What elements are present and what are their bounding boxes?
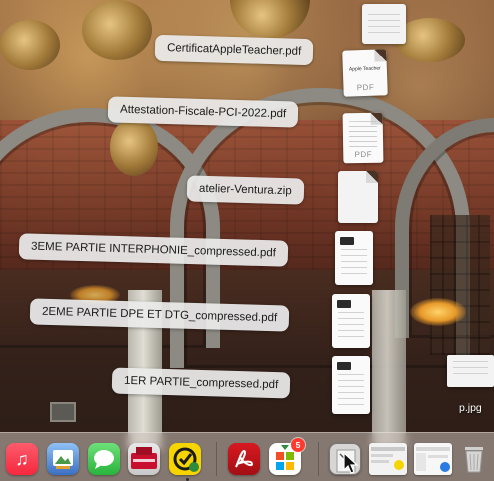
doc-preview-lines: [453, 361, 488, 379]
wallpaper-frame: [50, 402, 76, 422]
doc-logo-icon: [337, 300, 351, 308]
stack-label-attestation[interactable]: Attestation-Fiscale-PCI-2022.pdf: [107, 96, 299, 128]
wallpaper-ornament: [0, 20, 60, 70]
screenshot-icon: [371, 447, 405, 470]
wallpaper-ornament: [82, 0, 152, 60]
stack-thumb-top[interactable]: [362, 4, 406, 44]
music-app-icon[interactable]: ♫: [6, 443, 38, 475]
doc-preview-lines: [338, 312, 364, 340]
trash-can-icon: [465, 447, 483, 473]
stack-thumb-2eme-partie-pdf[interactable]: [332, 294, 370, 348]
checkmark-icon: [173, 447, 199, 472]
finder-window-thumbnail-icon[interactable]: [414, 443, 452, 475]
messages-app-icon[interactable]: [88, 443, 120, 475]
speech-bubble-icon: [94, 450, 114, 469]
music-note-icon: ♫: [15, 448, 29, 469]
task-app-icon[interactable]: [169, 443, 201, 475]
mouse-pointer-icon: [343, 452, 359, 474]
thumb-cert-title: Apple Teacher: [348, 65, 381, 73]
stack-thumb-1er-partie-pdf[interactable]: [332, 356, 370, 414]
preview-app-icon[interactable]: [47, 443, 79, 475]
dock-separator: [216, 442, 217, 476]
doc-logo-icon: [337, 362, 351, 370]
doc-preview-lines: [368, 14, 400, 36]
page-fold-icon: [366, 171, 378, 183]
stack-thumb-certificat-pdf[interactable]: Apple Teacher PDF: [342, 49, 388, 97]
file-ext-label: PDF: [354, 149, 373, 160]
acrobat-reader-app-icon[interactable]: [228, 443, 260, 475]
window-icon: [416, 447, 450, 472]
pronote-app-icon[interactable]: [128, 443, 160, 475]
wallpaper-lamp: [410, 298, 466, 326]
doc-preview-lines: [341, 249, 367, 277]
trash-icon[interactable]: [458, 443, 490, 475]
dock-separator: [318, 442, 319, 476]
wallpaper-ornament: [110, 118, 158, 176]
stack-thumb-3eme-partie-pdf[interactable]: [335, 231, 373, 285]
wallpaper-ornament: [230, 0, 310, 38]
stack-label-1er-partie[interactable]: 1ER PARTIE_compressed.pdf: [111, 367, 291, 399]
stack-label-ventura[interactable]: atelier-Ventura.zip: [186, 175, 305, 205]
doc-preview-lines: [338, 374, 364, 406]
preview-icon: [53, 450, 73, 469]
wallpaper-pillar: [372, 290, 406, 450]
doc-preview-lines: [348, 120, 378, 150]
screenshot-thumbnail-icon[interactable]: [369, 443, 407, 475]
desktop-file-jpg-label[interactable]: p.jpg: [459, 402, 482, 414]
doc-logo-icon: [340, 237, 354, 245]
file-ext-label: PDF: [356, 82, 375, 93]
wallpaper-window: [430, 215, 490, 355]
office-notification-badge: 5: [291, 438, 305, 452]
pronote-icon: [131, 447, 157, 469]
desktop-file-jpg-thumb[interactable]: [447, 355, 494, 387]
stack-thumb-attestation-pdf[interactable]: PDF: [342, 112, 384, 164]
acrobat-icon: [235, 449, 254, 468]
stack-thumb-ventura-zip[interactable]: [338, 171, 378, 223]
page-fold-icon: [374, 49, 387, 62]
stack-label-certificat[interactable]: CertificatAppleTeacher.pdf: [154, 34, 314, 66]
